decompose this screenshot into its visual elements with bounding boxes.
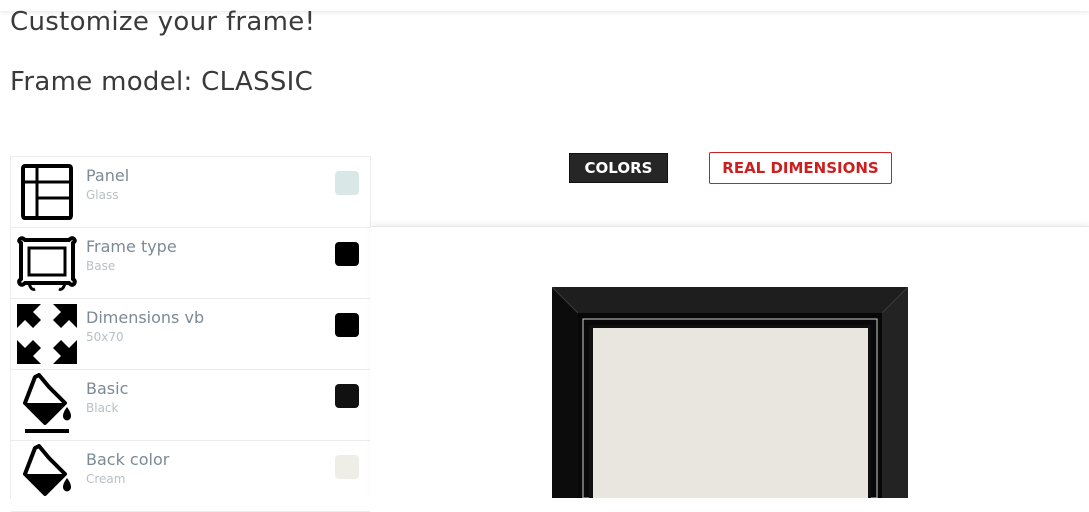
option-name: Dimensions vb xyxy=(86,308,205,327)
paint-bucket-icon xyxy=(23,373,71,433)
page-title: Customize your frame! xyxy=(10,7,316,37)
frame-model-heading: Frame model: CLASSIC xyxy=(10,67,314,97)
option-value: 50x70 xyxy=(86,330,124,344)
option-back-color[interactable]: Back color Cream xyxy=(11,441,370,512)
frame-left-bevel xyxy=(552,287,578,498)
option-value: Base xyxy=(86,259,116,273)
option-name: Frame type xyxy=(86,237,177,256)
expand-arrows-icon xyxy=(17,304,77,364)
colors-tab-button[interactable]: COLORS xyxy=(569,153,668,183)
color-swatch[interactable] xyxy=(335,313,359,337)
panel-grid-icon xyxy=(21,164,73,220)
ornate-frame-icon xyxy=(17,236,77,291)
option-value: Black xyxy=(86,401,119,415)
color-swatch[interactable] xyxy=(335,242,359,266)
option-dimensions[interactable]: Dimensions vb 50x70 xyxy=(11,299,370,370)
frame-top-bevel xyxy=(552,287,908,313)
option-value: Cream xyxy=(86,472,126,486)
color-swatch[interactable] xyxy=(335,384,359,408)
option-value: Glass xyxy=(86,188,119,202)
option-frame-type[interactable]: Frame type Base xyxy=(11,228,370,299)
real-dimensions-tab-button[interactable]: REAL DIMENSIONS xyxy=(709,152,892,184)
color-swatch[interactable] xyxy=(335,171,359,195)
frame-back-panel xyxy=(593,328,868,498)
frame-right-bevel xyxy=(882,287,908,498)
option-panel[interactable]: Panel Glass xyxy=(11,157,370,228)
option-name: Back color xyxy=(86,450,170,469)
options-panel: Panel Glass Frame type Base Dimensions v… xyxy=(10,156,371,512)
frame-preview xyxy=(552,287,908,498)
paint-bucket-icon xyxy=(23,444,71,496)
option-name: Panel xyxy=(86,166,130,185)
option-name: Basic xyxy=(86,379,129,398)
color-swatch[interactable] xyxy=(335,455,359,479)
option-basic-color[interactable]: Basic Black xyxy=(11,370,370,441)
